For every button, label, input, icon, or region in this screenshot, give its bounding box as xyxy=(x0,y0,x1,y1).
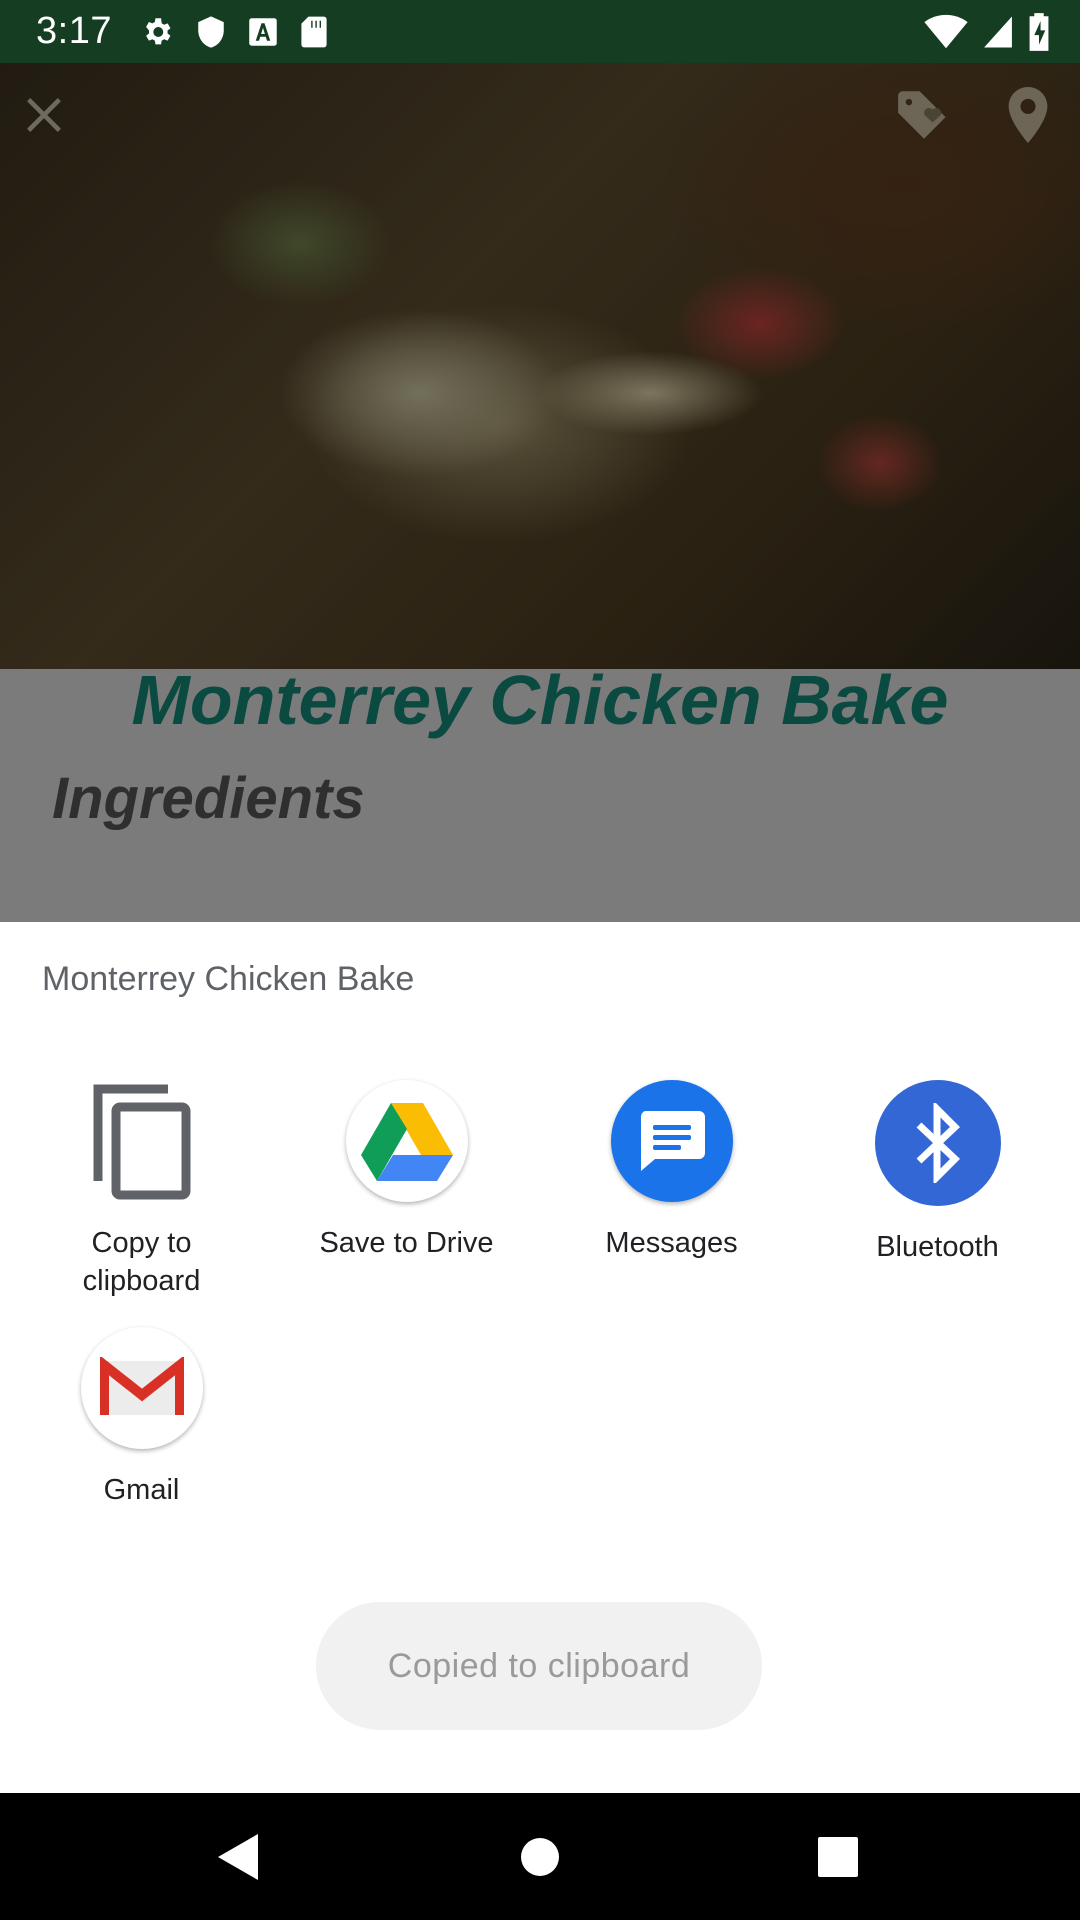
status-bar: 3:17 xyxy=(0,0,1080,63)
share-target-gmail[interactable]: Gmail xyxy=(9,1327,274,1509)
sd-card-icon xyxy=(300,15,328,49)
battery-charging-icon xyxy=(1028,12,1050,51)
share-target-label: Copy to clipboard xyxy=(82,1227,201,1297)
navigation-bar xyxy=(0,1793,1080,1920)
status-time: 3:17 xyxy=(36,10,112,52)
toast-message: Copied to clipboard xyxy=(316,1602,762,1730)
location-pin-icon[interactable] xyxy=(996,83,1060,147)
font-a-icon xyxy=(248,17,278,47)
bluetooth-icon xyxy=(874,1080,1001,1206)
shield-icon xyxy=(196,15,226,49)
share-target-label: Gmail xyxy=(103,1474,180,1506)
google-drive-icon xyxy=(345,1080,468,1202)
share-target-save-to-drive[interactable]: Save to Drive xyxy=(274,1080,539,1262)
share-sheet: Monterrey Chicken Bake Copy to clipboard… xyxy=(0,922,1080,1793)
copy-icon xyxy=(81,1080,203,1202)
back-icon[interactable] xyxy=(196,1815,280,1899)
home-icon[interactable] xyxy=(498,1815,582,1899)
close-icon[interactable] xyxy=(12,83,76,147)
recipe-photo xyxy=(0,63,1080,669)
share-target-label: Bluetooth xyxy=(876,1231,999,1263)
gear-icon xyxy=(140,15,174,49)
gmail-icon xyxy=(80,1327,203,1449)
share-target-label: Save to Drive xyxy=(319,1227,494,1259)
wifi-icon xyxy=(924,14,968,50)
share-target-label: Messages xyxy=(605,1227,738,1259)
share-target-messages[interactable]: Messages xyxy=(539,1080,804,1262)
share-sheet-title: Monterrey Chicken Bake xyxy=(42,960,415,998)
tag-heart-icon[interactable] xyxy=(892,83,956,147)
ingredients-heading: Ingredients xyxy=(52,766,365,831)
messages-icon xyxy=(610,1080,733,1202)
share-target-bluetooth[interactable]: Bluetooth xyxy=(805,1080,1070,1266)
recents-icon[interactable] xyxy=(796,1815,880,1899)
recipe-title: Monterrey Chicken Bake xyxy=(131,661,949,739)
cell-signal-icon xyxy=(982,15,1014,49)
share-target-copy-to-clipboard[interactable]: Copy to clipboard xyxy=(9,1080,274,1300)
